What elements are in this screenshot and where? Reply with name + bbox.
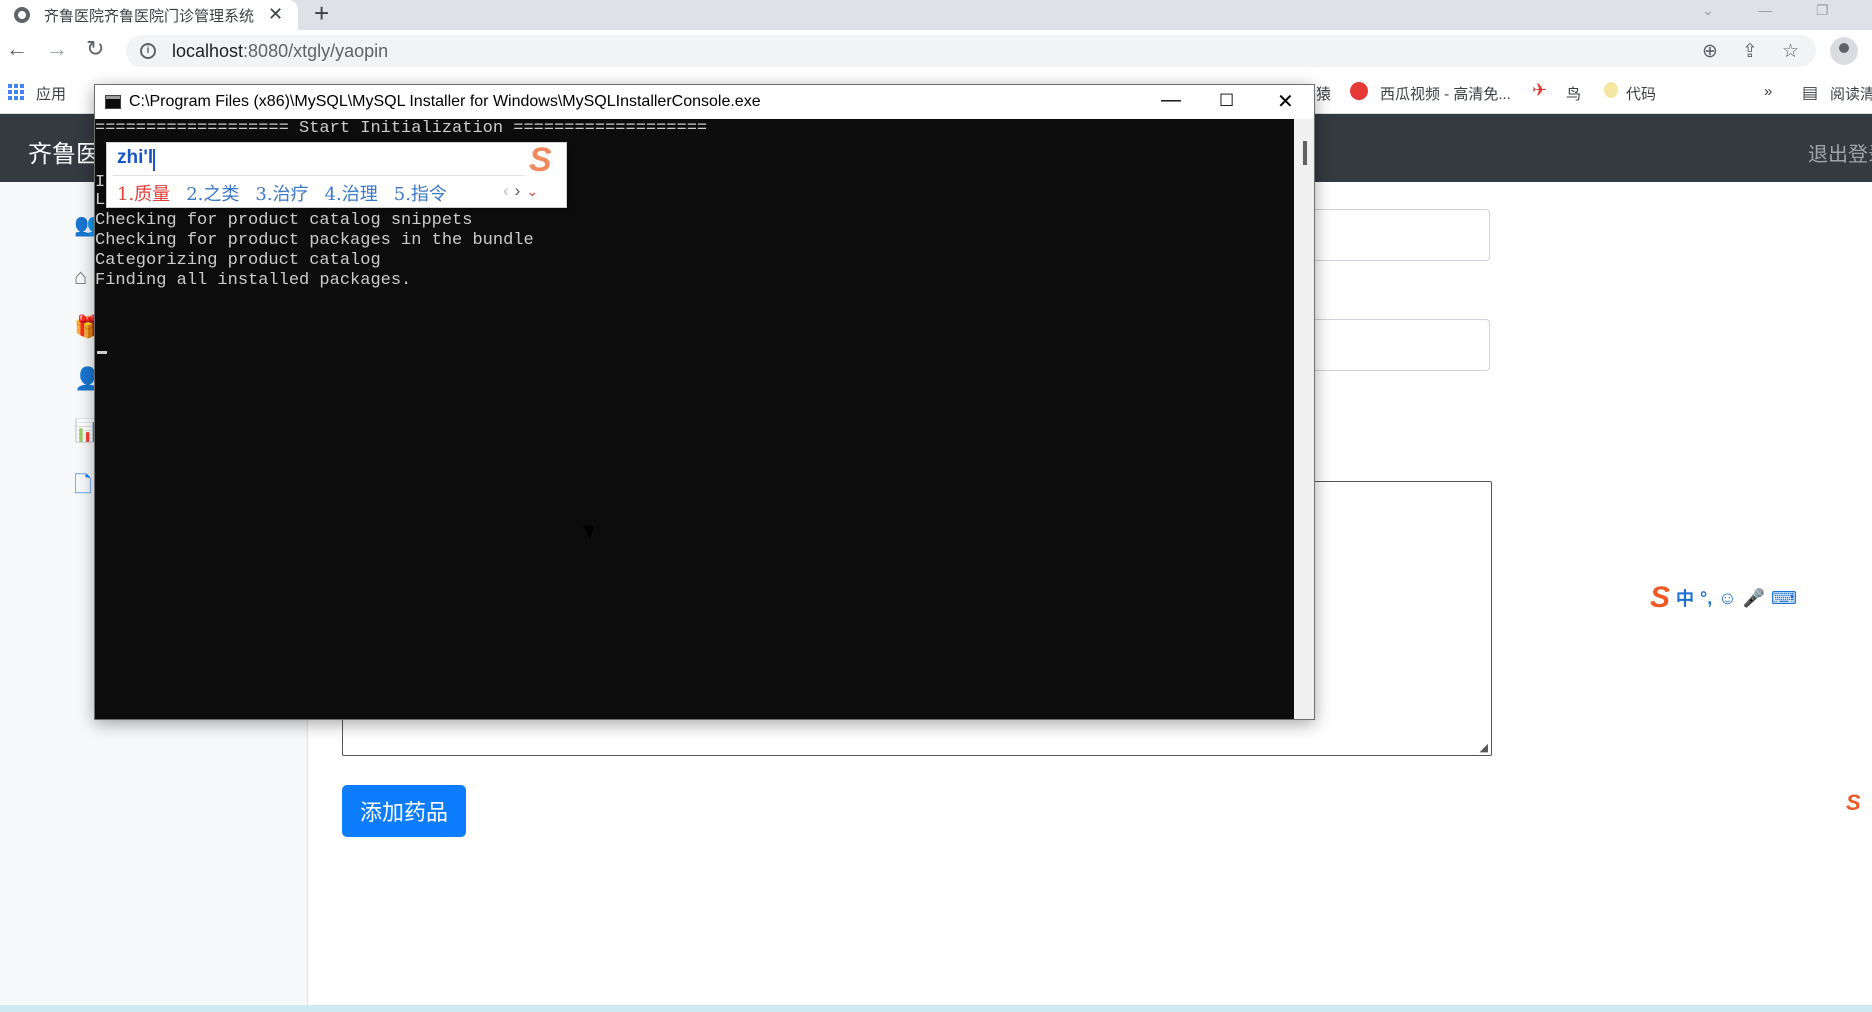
forward-icon[interactable]: →	[46, 36, 68, 62]
xigua-icon	[1350, 82, 1368, 100]
console-close-icon[interactable]: ✕	[1277, 89, 1294, 114]
console-line: Checking for product packages in the bun…	[95, 231, 534, 250]
bookmark-reading[interactable]: 阅读清	[1830, 83, 1872, 104]
ime-separator	[113, 175, 525, 176]
console-app-icon	[105, 95, 121, 109]
apps-grid-icon[interactable]	[8, 84, 24, 100]
logout-link[interactable]: 退出登录	[1808, 138, 1872, 167]
bookmark-daima[interactable]: 代码	[1626, 83, 1656, 104]
chevron-left-icon[interactable]: ‹	[503, 181, 515, 200]
profile-avatar[interactable]	[1830, 37, 1858, 65]
console-minimize-icon[interactable]: —	[1161, 89, 1181, 112]
add-drug-button[interactable]: 添加药品	[342, 785, 466, 837]
minimize-icon[interactable]: —	[1758, 2, 1772, 18]
ime-candidate[interactable]: 1.质量	[117, 180, 170, 206]
sogou-chinese-mode[interactable]: 中	[1676, 585, 1694, 611]
console-line: I	[95, 173, 106, 192]
restore-icon[interactable]: ❐	[1816, 2, 1829, 19]
console-line: =================== Start Initialization…	[95, 119, 708, 138]
sogou-logo-icon: S	[529, 141, 552, 179]
bookmark-xigua[interactable]: 西瓜视频 - 高清免...	[1380, 83, 1511, 104]
address-bar[interactable]: i localhost:8080/xtgly/yaopin	[126, 35, 1816, 67]
ime-candidate[interactable]: 3.治疗	[255, 180, 308, 206]
chevron-down-icon[interactable]: ⌄	[526, 183, 544, 199]
sogou-keyboard-icon[interactable]: ⌨	[1771, 588, 1797, 609]
bird-icon: ✈	[1532, 80, 1548, 100]
globe-icon	[14, 7, 30, 23]
console-output[interactable]: =================== Start Initialization…	[95, 119, 1294, 719]
ime-page-nav[interactable]: ‹›⌄	[503, 181, 544, 201]
sogou-mini-icon[interactable]: S	[1846, 790, 1861, 816]
sogou-punctuation[interactable]: °,	[1700, 588, 1712, 609]
console-cursor	[97, 351, 107, 354]
home-icon[interactable]: ⌂	[74, 264, 87, 290]
console-line: Categorizing product catalog	[95, 251, 381, 270]
bottom-strip	[0, 1005, 1872, 1012]
browser-tab[interactable]: 齐鲁医院齐鲁医院门诊管理系统	[0, 0, 298, 30]
console-line: Finding all installed packages.	[95, 271, 412, 290]
url-text: localhost:8080/xtgly/yaopin	[172, 40, 389, 61]
daima-icon	[1604, 82, 1618, 98]
sogou-logo-icon[interactable]: S	[1650, 583, 1670, 613]
tab-close-icon[interactable]: ✕	[268, 4, 283, 25]
info-icon[interactable]: i	[140, 43, 156, 59]
zoom-icon[interactable]: ⊕	[1702, 40, 1718, 63]
tab-title: 齐鲁医院齐鲁医院门诊管理系统	[44, 7, 255, 25]
console-titlebar[interactable]: C:\Program Files (x86)\MySQL\MySQL Insta…	[95, 85, 1314, 119]
bookmark-partial[interactable]: 猿	[1316, 83, 1331, 104]
ime-caret	[153, 149, 155, 171]
ime-candidate-list[interactable]: 1.质量 2.之类 3.治疗 4.治理 5.指令	[117, 180, 447, 206]
ime-candidate-window[interactable]: zhi'l 1.质量 2.之类 3.治疗 4.治理 5.指令 ‹›⌄ S	[106, 142, 567, 208]
sogou-emoji-icon[interactable]: ☺	[1718, 588, 1736, 609]
console-scrollbar-thumb[interactable]	[1303, 141, 1307, 165]
back-icon[interactable]: ←	[6, 36, 28, 62]
share-icon[interactable]: ⇪	[1742, 40, 1758, 63]
star-icon[interactable]: ☆	[1782, 40, 1799, 63]
sogou-voice-icon[interactable]: 🎤	[1743, 588, 1765, 609]
console-maximize-icon[interactable]: ☐	[1219, 91, 1234, 111]
bookmark-apps[interactable]: 应用	[36, 83, 66, 104]
ime-candidate[interactable]: 4.治理	[325, 180, 378, 206]
bookmarks-more-button[interactable]: »	[1764, 83, 1772, 100]
ime-candidate[interactable]: 5.指令	[394, 180, 447, 206]
console-line: Checking for product catalog snippets	[95, 211, 473, 230]
ime-composition-text: zhi'l	[117, 147, 154, 168]
console-title: C:\Program Files (x86)\MySQL\MySQL Insta…	[129, 93, 761, 110]
bookmark-niao[interactable]: 鸟	[1566, 83, 1581, 104]
resize-handle-icon[interactable]: ◢	[1480, 741, 1488, 754]
reload-icon[interactable]: ↻	[86, 36, 104, 62]
new-tab-button[interactable]: +	[314, 0, 329, 26]
reading-list-icon[interactable]: ▤	[1802, 83, 1818, 103]
chevron-down-icon[interactable]: ⌄	[1702, 2, 1714, 19]
chevron-right-icon[interactable]: ›	[515, 181, 527, 200]
console-scrollbar[interactable]	[1294, 119, 1314, 719]
ime-candidate[interactable]: 2.之类	[186, 180, 239, 206]
sogou-toolbar[interactable]: S 中 °, ☺ 🎤 ⌨	[1650, 582, 1797, 614]
file-icon[interactable]: 🗋	[74, 468, 92, 506]
